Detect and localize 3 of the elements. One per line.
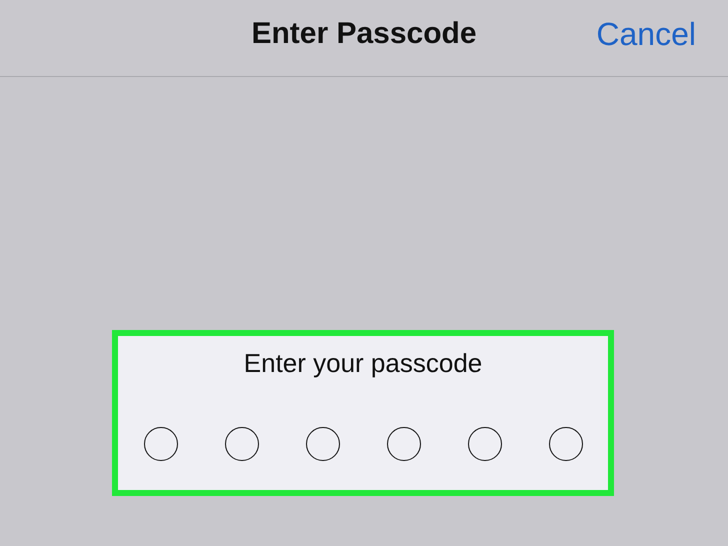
passcode-prompt: Enter your passcode bbox=[244, 348, 482, 379]
cancel-button[interactable]: Cancel bbox=[596, 16, 696, 53]
nav-title: Enter Passcode bbox=[251, 17, 477, 51]
